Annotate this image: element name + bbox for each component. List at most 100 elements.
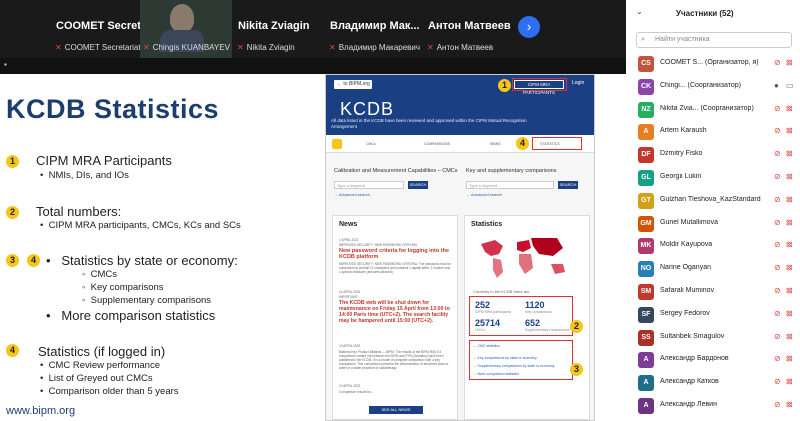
- mic-muted-icon[interactable]: ⊘: [774, 240, 781, 249]
- section-heading: • Statistics by state or economy:: [46, 253, 238, 268]
- login-link[interactable]: Login: [572, 80, 584, 86]
- participant-row[interactable]: MK Moldir Kayupova ⊘ ⊠: [626, 236, 800, 256]
- mic-muted-icon[interactable]: ⊘: [774, 286, 781, 295]
- sub-bullet: ◦ Key comparisons: [82, 282, 164, 293]
- bullet: • NMIs, DIs, and IOs: [40, 170, 129, 181]
- video-tile[interactable]: Владимир Мак... ✕ Владимир Макаревич: [326, 0, 420, 58]
- video-strip: COOMET Secretariat ✕ COOMET Secretariat ✕…: [0, 0, 625, 58]
- next-videos-button[interactable]: ›: [518, 16, 540, 38]
- participant-row[interactable]: GT Gulzhan Tleshova_KazStandard ⊘ ⊠: [626, 191, 800, 211]
- mic-muted-icon[interactable]: ⊘: [774, 195, 781, 204]
- mic-muted-icon[interactable]: ⊘: [774, 218, 781, 227]
- comparison-search-input[interactable]: Type a keyword: [466, 181, 554, 189]
- camera-off-icon[interactable]: ⊠: [786, 172, 793, 181]
- participant-row[interactable]: А Александр Левин ⊘ ⊠: [626, 396, 800, 416]
- camera-off-icon[interactable]: ⊠: [786, 332, 793, 341]
- statistics-panel: Statistics Currently in the KCDB there a…: [464, 215, 590, 420]
- advanced-search-link[interactable]: → Advanced search: [466, 192, 502, 197]
- camera-off-icon[interactable]: ⊠: [786, 104, 793, 113]
- avatar: А: [638, 375, 654, 392]
- camera-off-icon[interactable]: ⊠: [786, 377, 793, 386]
- participants-header: ⌄ Участники (52): [626, 0, 800, 26]
- video-tile[interactable]: Антон Матвеев ✕ Антон Матвеев: [424, 0, 512, 58]
- participant-name: Gunel Mutallimova: [660, 218, 718, 226]
- participants-panel: ⌄ Участники (52) ⌕ Найти участника CS COO…: [626, 0, 800, 421]
- participant-name: Александр Бардонов: [660, 355, 729, 363]
- mic-muted-icon[interactable]: ⊘: [774, 126, 781, 135]
- tab-comparisons[interactable]: COMPARISONS: [424, 142, 450, 146]
- mic-muted-icon[interactable]: ⊘: [774, 58, 781, 67]
- video-tile[interactable]: COOMET Secretariat ✕ COOMET Secretariat: [52, 0, 164, 58]
- comparison-search-label: Key and supplementary comparisons: [466, 168, 557, 174]
- mic-muted-icon[interactable]: ⊘: [774, 149, 781, 158]
- share-toolbar: ▪: [0, 58, 626, 74]
- participant-row[interactable]: SF Sergey Fedorov ⊘ ⊠: [626, 305, 800, 325]
- mic-icon[interactable]: ●: [774, 81, 779, 90]
- tab-cmcs[interactable]: CMCs: [366, 142, 376, 146]
- mic-muted-icon[interactable]: ⊘: [774, 400, 781, 409]
- see-all-news-button[interactable]: SEE ALL NEWS: [369, 406, 423, 414]
- advanced-search-link[interactable]: → Advanced search: [334, 192, 370, 197]
- badge-2: 2: [570, 320, 583, 333]
- participant-row[interactable]: CK Chingi... (Соорганизатор) ● ▭: [626, 77, 800, 97]
- badge-1: 1: [6, 155, 19, 168]
- kcdb-website-preview: ← to BIPM.org CIPM MRA PARTICIPANTS Logi…: [325, 74, 595, 421]
- highlight-box: [512, 78, 567, 91]
- camera-off-icon[interactable]: ⊠: [786, 195, 793, 204]
- camera-off-icon[interactable]: ⊠: [786, 354, 793, 363]
- home-icon[interactable]: [332, 139, 342, 149]
- camera-off-icon[interactable]: ⊠: [786, 126, 793, 135]
- mic-muted-icon[interactable]: ⊘: [774, 172, 781, 181]
- participant-row[interactable]: NZ Nikita Zvia... (Соорганизатор) ⊘ ⊠: [626, 100, 800, 120]
- participant-row[interactable]: NO Narine Oganyan ⊘ ⊠: [626, 259, 800, 279]
- participant-row[interactable]: SM Safarali Muminov ⊘ ⊠: [626, 282, 800, 302]
- camera-off-icon[interactable]: ⊠: [786, 263, 793, 272]
- participant-row[interactable]: А Александр Катков ⊘ ⊠: [626, 373, 800, 393]
- chevron-down-icon[interactable]: ⌄: [636, 7, 643, 16]
- camera-off-icon[interactable]: ⊠: [786, 286, 793, 295]
- news-headline[interactable]: New password criteria for logging into t…: [339, 248, 453, 260]
- camera-off-icon[interactable]: ⊠: [786, 58, 793, 67]
- badge-4: 4: [516, 137, 529, 150]
- participant-row[interactable]: CS COOMET S... (Организатор, я) ⊘ ⊠: [626, 54, 800, 74]
- section-heading: • More comparison statistics: [46, 308, 216, 323]
- cmc-search-button[interactable]: SEARCH: [408, 181, 428, 189]
- mic-muted-icon[interactable]: ⊘: [774, 377, 781, 386]
- video-tile-active[interactable]: ✕ Chingis KUANBAYEV: [140, 0, 232, 58]
- camera-icon[interactable]: ▭: [786, 81, 794, 90]
- avatar: SM: [638, 284, 654, 300]
- back-to-bipm-link[interactable]: ← to BIPM.org: [334, 80, 372, 89]
- mic-muted-icon[interactable]: ⊘: [774, 263, 781, 272]
- camera-off-icon[interactable]: ⊠: [786, 149, 793, 158]
- news-body: Comparison results for...: [339, 390, 374, 394]
- tab-news[interactable]: NEWS: [490, 142, 501, 146]
- participant-name: Safarali Muminov: [660, 287, 715, 294]
- participant-row[interactable]: A Artem Karaush ⊘ ⊠: [626, 122, 800, 142]
- tile-name: Владимир Мак...: [330, 20, 420, 32]
- participant-row[interactable]: DF Dzmitry Fisko ⊘ ⊠: [626, 145, 800, 165]
- video-tile[interactable]: Nikita Zviagin ✕ Nikita Zviagin: [234, 0, 322, 58]
- participant-row[interactable]: GM Gunel Mutallimova ⊘ ⊠: [626, 214, 800, 234]
- camera-off-icon[interactable]: ⊠: [786, 309, 793, 318]
- participant-search-input[interactable]: ⌕ Найти участника: [636, 32, 792, 48]
- comparison-search-button[interactable]: SEARCH: [558, 181, 578, 189]
- mic-muted-icon[interactable]: ⊘: [774, 332, 781, 341]
- news-headline[interactable]: The KCDB web will be shut down for maint…: [339, 300, 453, 338]
- participant-name: Artem Karaush: [660, 127, 707, 135]
- participant-row[interactable]: А Александр Бардонов ⊘ ⊠: [626, 350, 800, 370]
- participant-row[interactable]: SS Sultanbek Smagulov ⊘ ⊠: [626, 328, 800, 348]
- participant-name: Nikita Zvia... (Соорганизатор): [660, 104, 754, 112]
- mic-muted-icon[interactable]: ⊘: [774, 104, 781, 113]
- camera-off-icon[interactable]: ⊠: [786, 240, 793, 249]
- camera-off-icon[interactable]: ⊠: [786, 218, 793, 227]
- sub-bullet: ◦ Supplementary comparisons: [82, 295, 212, 306]
- mic-muted-icon[interactable]: ⊘: [774, 309, 781, 318]
- participant-row[interactable]: GL Georgii Lukin ⊘ ⊠: [626, 168, 800, 188]
- camera-off-icon[interactable]: ⊠: [786, 400, 793, 409]
- mic-off-icon: ✕: [143, 43, 150, 52]
- cmc-search-input[interactable]: Type a keyword: [334, 181, 404, 189]
- mic-muted-icon[interactable]: ⊘: [774, 354, 781, 363]
- section-heading: Statistics (if logged in): [38, 344, 166, 359]
- sub-bullet: ◦ CMCs: [82, 269, 118, 280]
- avatar: SF: [638, 306, 654, 323]
